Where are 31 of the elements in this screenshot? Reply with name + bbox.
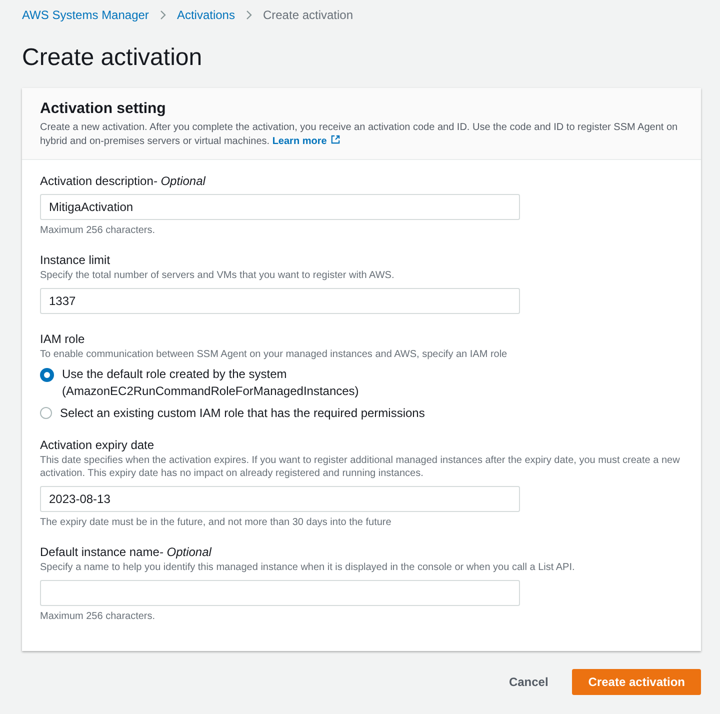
page-title: Create activation xyxy=(22,44,204,72)
text-field[interactable]: 2023-08-13 xyxy=(40,486,520,512)
learn-more-link[interactable]: Learn more xyxy=(272,136,340,147)
field-description: Specify a name to help you identify this managed instance when it is displayed in the console or when you call a List API. xyxy=(40,561,576,574)
text-field[interactable]: MitigaActivation xyxy=(40,194,520,220)
field-label: Activation description- Optional xyxy=(40,174,207,188)
breadcrumb-link[interactable]: AWS Systems Manager xyxy=(22,8,149,22)
field-label: IAM role xyxy=(40,332,86,346)
field-label: Default instance name- Optional xyxy=(40,545,213,559)
text-field[interactable] xyxy=(40,580,520,606)
radio-label[interactable]: Use the default role created by the system (AmazonEC2RunCommandRoleForManagedInstances) xyxy=(62,366,362,400)
radio-label[interactable]: Select an existing custom IAM role that has the required permissions xyxy=(60,405,425,422)
field-hint: Maximum 256 characters. xyxy=(40,224,156,237)
panel-title: Activation setting xyxy=(40,100,167,117)
field-description: Specify the total number of servers and VMs that you want to register with AWS. xyxy=(40,269,396,282)
current-page-label: Create activation xyxy=(262,8,354,22)
field-hint: Maximum 256 characters. xyxy=(40,610,156,623)
text-field[interactable]: 1337 xyxy=(40,288,520,314)
field-description: To enable communication between SSM Agent on your managed instances and AWS, specify an IAM role xyxy=(40,348,508,361)
panel-description: Create a new activation. After you complete the activation, you receive an activation code and ID. Use the code and ID to register SSM Agent on hybrid and on-premises servers or virtual machines. Learn more xyxy=(40,121,679,149)
external-link-icon xyxy=(330,135,340,144)
radio-button[interactable] xyxy=(40,368,54,382)
field-hint: The expiry date must be in the future, and not more than 30 days into the future xyxy=(40,516,392,529)
field-label: Instance limit xyxy=(40,253,112,267)
chevron-icon xyxy=(158,10,167,20)
radio-button[interactable] xyxy=(40,407,52,419)
chevron-icon xyxy=(244,10,253,20)
breadcrumb-link[interactable]: Activations xyxy=(176,8,235,22)
cancel-button[interactable]: Cancel xyxy=(508,669,548,695)
field-description: This date specifies when the activation expires. If you want to register additional managed instances after the expiry date, you must create a new activation. This expiry date has no impact on already registered and running instances. xyxy=(40,454,681,480)
field-label: Activation expiry date xyxy=(40,438,156,452)
